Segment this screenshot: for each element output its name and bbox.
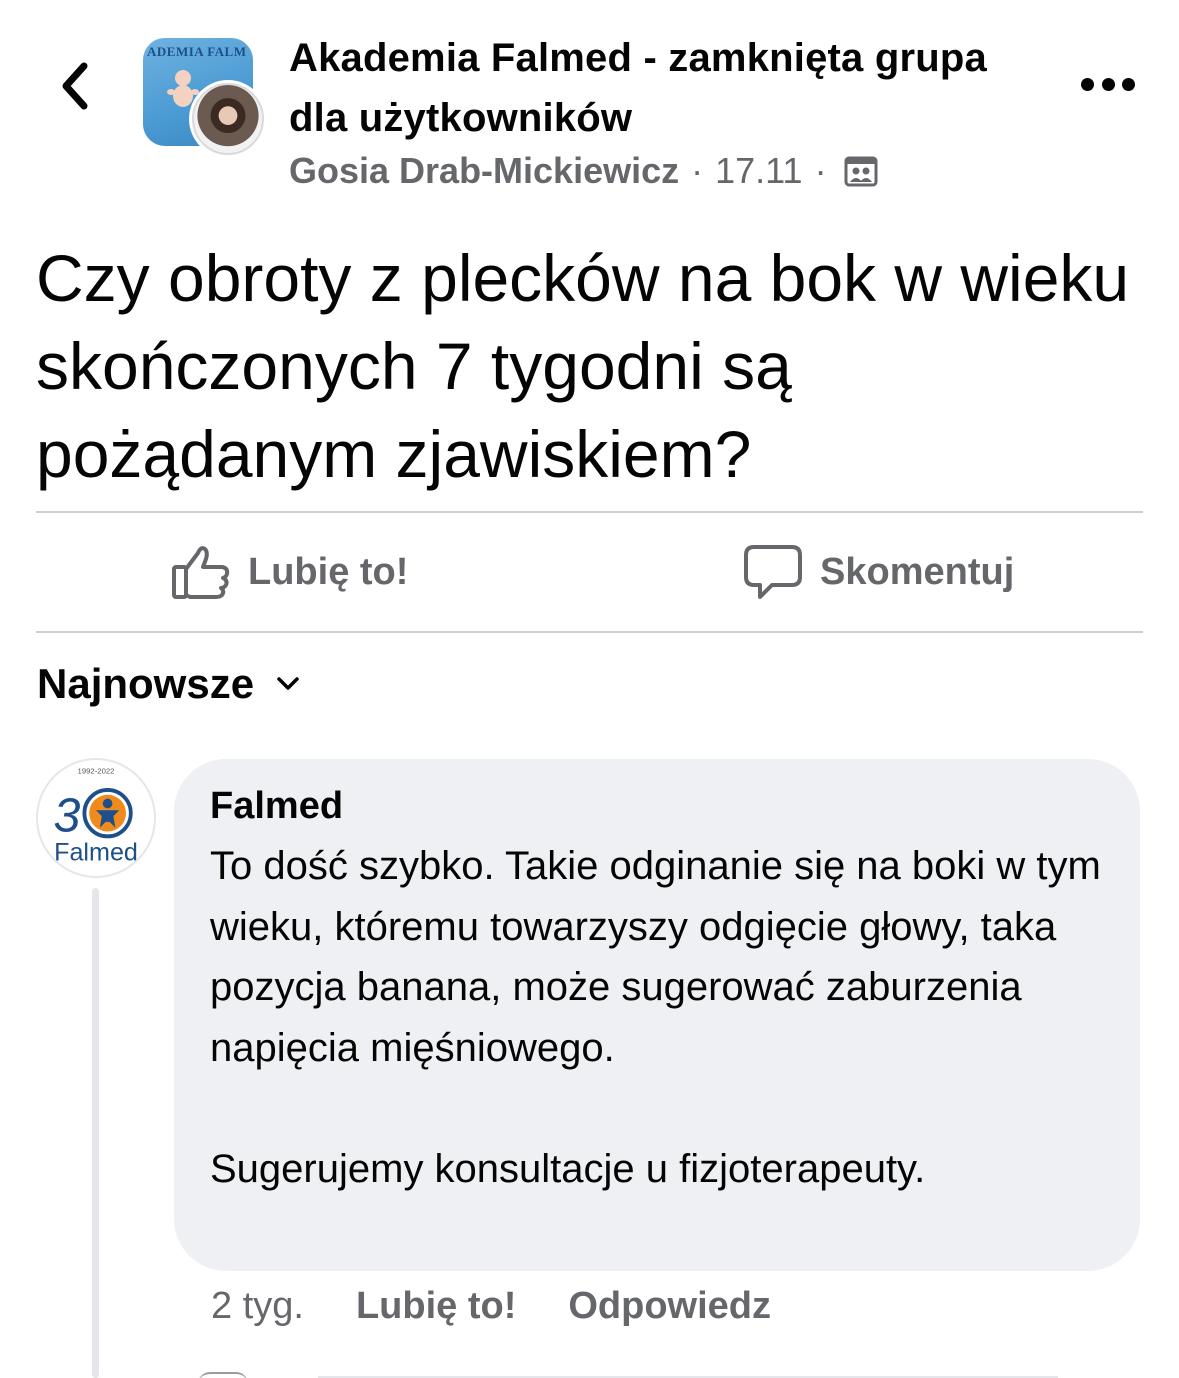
more-horizontal-icon bbox=[1081, 77, 1094, 91]
more-options-button[interactable] bbox=[1078, 70, 1138, 98]
commenter-avatar[interactable]: 1992-2022 3 Falmed bbox=[36, 758, 156, 878]
group-icon bbox=[844, 156, 878, 187]
thumbs-up-icon bbox=[172, 546, 230, 599]
post-date[interactable]: 17.11 bbox=[715, 150, 802, 192]
like-button[interactable]: Lubię to! bbox=[170, 513, 408, 631]
comment-button[interactable]: Skomentuj bbox=[742, 513, 1014, 631]
author-photo bbox=[192, 83, 264, 155]
group-name[interactable]: Akademia Falmed - zamknięta grupa dla uż… bbox=[289, 28, 989, 148]
thread-line bbox=[92, 888, 99, 1378]
comment-time[interactable]: 2 tyg. bbox=[211, 1285, 304, 1328]
sort-label: Najnowsze bbox=[37, 660, 255, 707]
meta-separator: · bbox=[814, 150, 827, 191]
svg-text:Falmed: Falmed bbox=[54, 839, 138, 867]
author-name[interactable]: Gosia Drab-Mickiewicz bbox=[289, 150, 679, 192]
comment-actions: 2 tyg. Lubię to! Odpowiedz bbox=[211, 1285, 771, 1328]
chevron-left-icon bbox=[62, 62, 88, 110]
post-meta: Gosia Drab-Mickiewicz · 17.11 · bbox=[289, 150, 879, 192]
comment-label: Skomentuj bbox=[820, 550, 1015, 593]
divider bbox=[36, 631, 1143, 633]
falmed-logo: 1992-2022 3 Falmed bbox=[54, 767, 138, 867]
author-avatar[interactable] bbox=[189, 80, 267, 158]
comment-reply-button[interactable]: Odpowiedz bbox=[568, 1285, 771, 1328]
svg-text:3: 3 bbox=[54, 789, 81, 843]
comment-body: To dość szybko. Takie odginanie się na b… bbox=[210, 844, 1101, 1191]
comment-author[interactable]: Falmed bbox=[210, 781, 1104, 831]
next-reply-avatar bbox=[198, 1372, 248, 1378]
group-avatar-label: ADEMIA FALM bbox=[147, 44, 247, 59]
sort-comments-dropdown[interactable]: Najnowsze bbox=[37, 660, 302, 708]
svg-text:1992-2022: 1992-2022 bbox=[78, 767, 115, 776]
chevron-down-icon bbox=[277, 677, 299, 690]
comment-icon bbox=[744, 545, 802, 599]
post-action-bar: Lubię to! Skomentuj bbox=[36, 513, 1143, 631]
comment-bubble[interactable]: Falmed To dość szybko. Takie odginanie s… bbox=[174, 759, 1140, 1271]
meta-separator: · bbox=[691, 150, 704, 191]
like-label: Lubię to! bbox=[248, 550, 409, 593]
post-text: Czy obroty z plecków na bok w wieku skoń… bbox=[36, 241, 1130, 491]
comment-like-button[interactable]: Lubię to! bbox=[356, 1285, 516, 1328]
back-button[interactable] bbox=[44, 48, 104, 124]
